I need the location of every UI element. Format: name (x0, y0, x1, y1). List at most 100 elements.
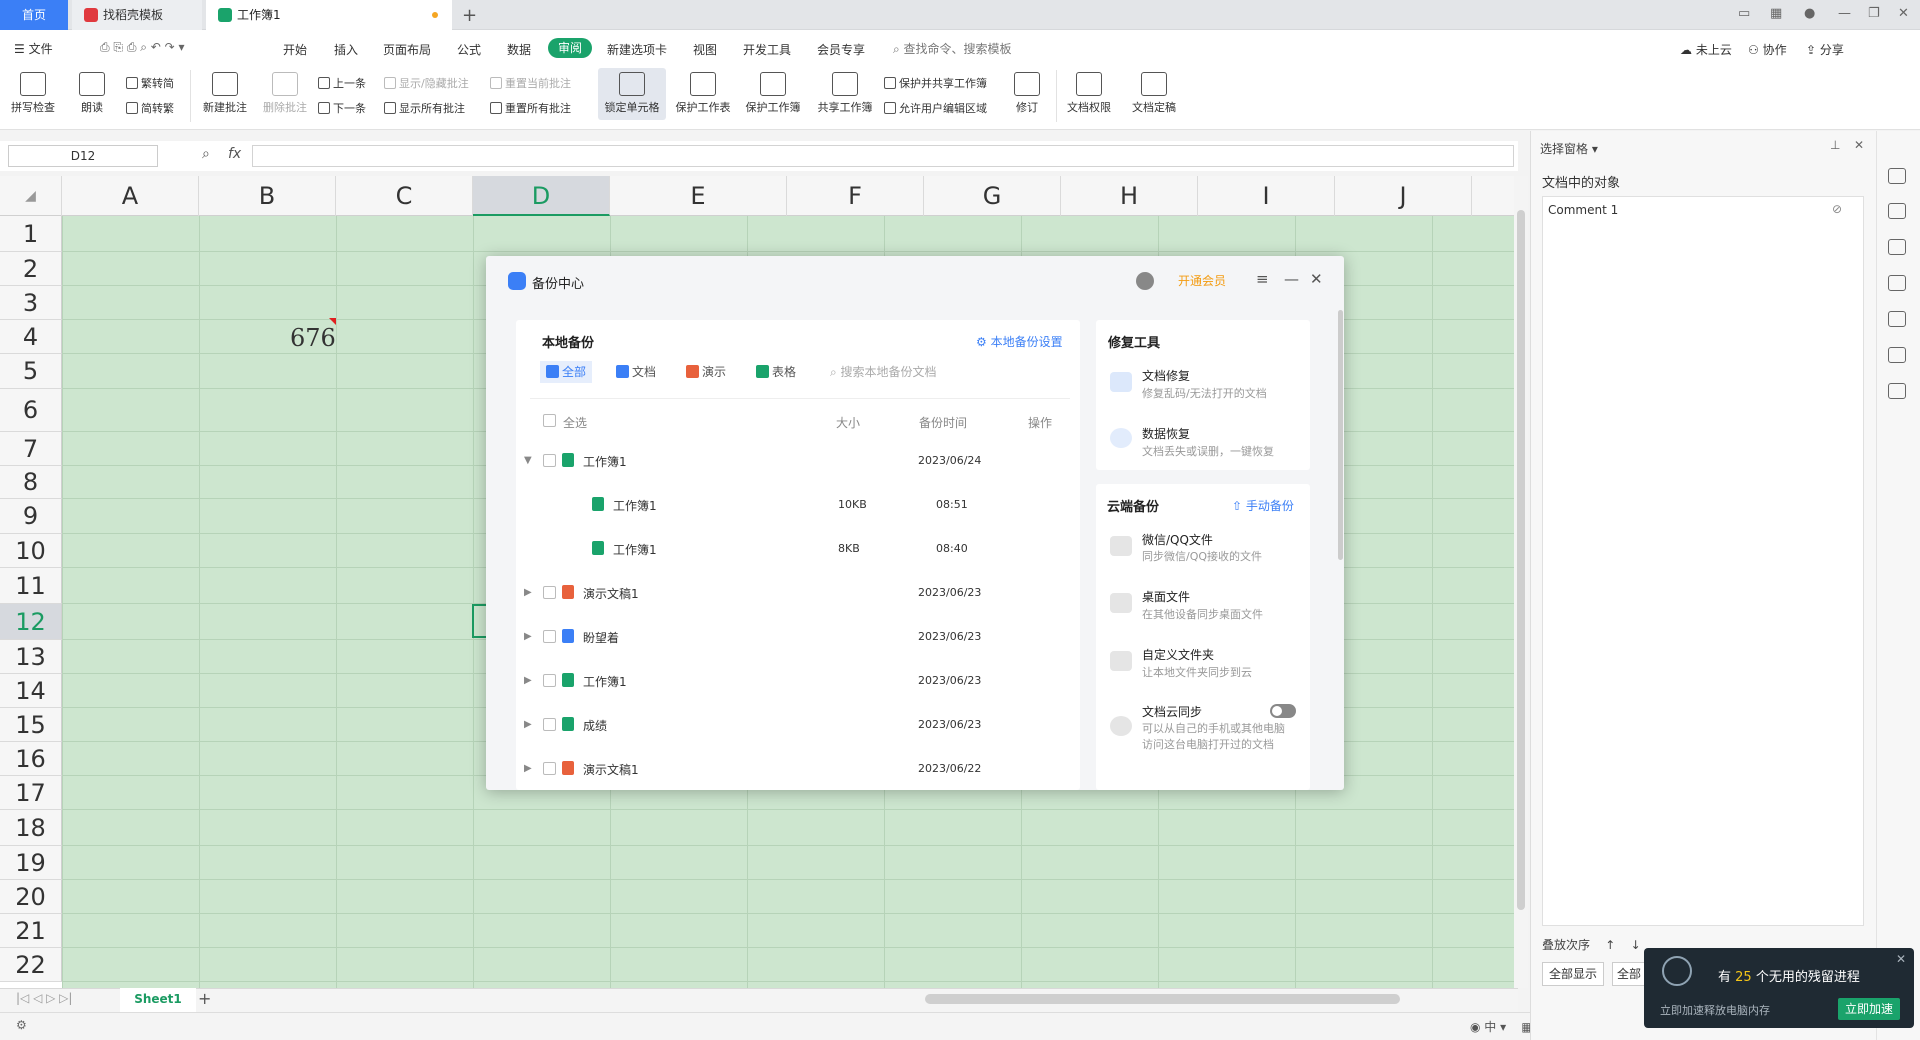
vertical-scroll-thumb[interactable] (1517, 210, 1525, 910)
col-header-i[interactable]: I (1198, 176, 1335, 216)
object-comment-1[interactable]: Comment 1 (1548, 203, 1618, 217)
protect-book-button[interactable]: 保护工作簿 (742, 68, 804, 115)
backup-file-name[interactable]: 工作簿1 (583, 453, 627, 470)
expand-arrow-icon[interactable]: ▶ (524, 719, 532, 730)
next-comment-button[interactable]: 下一条 (318, 100, 366, 116)
prev-comment-button[interactable]: 上一条 (318, 75, 366, 91)
row-header-12[interactable]: 12 (0, 604, 62, 640)
row-header-14[interactable]: 14 (0, 674, 62, 708)
accelerate-button[interactable]: 立即加速 (1838, 998, 1900, 1020)
location-icon[interactable] (1888, 347, 1906, 363)
row-checkbox[interactable] (543, 762, 556, 775)
backup-file-name[interactable]: 工作簿1 (583, 673, 627, 690)
backup-file-name[interactable]: 演示文稿1 (583, 761, 639, 778)
backup-file-name[interactable]: 工作簿1 (613, 497, 657, 514)
menu-newtab[interactable]: 新建选项卡 (607, 41, 667, 58)
fx-icon[interactable]: fx (228, 146, 241, 162)
backup-file-name[interactable]: 成绩 (583, 717, 607, 734)
show-hide-comment-button[interactable]: 显示/隐藏批注 (384, 75, 469, 91)
expand-arrow-icon[interactable]: ▶ (524, 763, 532, 774)
avatar[interactable]: ● (1804, 6, 1815, 21)
row-header-8[interactable]: 8 (0, 466, 62, 499)
quick-access-icons[interactable]: ⎙ ⎘ ⎙ ⌕ ↶ ↷ ▾ (100, 40, 185, 55)
local-backup-settings-link[interactable]: ⚙ 本地备份设置 (976, 333, 1063, 350)
s2t-button[interactable]: 简转繁 (126, 100, 174, 116)
col-header-a[interactable]: A (62, 176, 199, 216)
pane-close-icon[interactable]: ✕ (1854, 138, 1864, 152)
row-checkbox[interactable] (543, 454, 556, 467)
row-checkbox[interactable] (543, 674, 556, 687)
new-comment-button[interactable]: 新建批注 (198, 68, 252, 115)
data-recovery-button[interactable]: 数据恢复 (1142, 425, 1190, 442)
menu-start[interactable]: 开始 (283, 41, 307, 58)
row-checkbox[interactable] (543, 630, 556, 643)
share-button[interactable]: ⇪ 分享 (1806, 41, 1844, 58)
menu-data[interactable]: 数据 (507, 41, 531, 58)
tab-workbook[interactable]: 工作簿1 (206, 0, 452, 30)
tab-template[interactable]: 找稻壳模板 (72, 0, 202, 30)
row-checkbox[interactable] (543, 586, 556, 599)
col-header-g[interactable]: G (924, 176, 1061, 216)
col-header-j[interactable]: J (1335, 176, 1472, 216)
notification-close-icon[interactable]: ✕ (1896, 952, 1906, 966)
formula-input[interactable] (252, 145, 1514, 167)
avatar[interactable] (1136, 272, 1154, 290)
show-all-button[interactable]: 全部显示 (1542, 962, 1604, 986)
name-box[interactable]: D12 (8, 145, 158, 167)
reset-all-button[interactable]: 重置所有批注 (490, 100, 571, 116)
row-header-13[interactable]: 13 (0, 640, 62, 674)
menu-review[interactable]: 审阅 (548, 38, 592, 58)
row-header-9[interactable]: 9 (0, 499, 62, 534)
filter-all[interactable]: 全部 (540, 361, 593, 383)
filter-doc[interactable]: 文档 (610, 361, 662, 383)
settings-icon[interactable] (1888, 239, 1906, 255)
wechat-qq-files[interactable]: 微信/QQ文件 (1142, 531, 1213, 548)
row-header-22[interactable]: 22 (0, 948, 62, 982)
macro-icon[interactable]: ⚙ (16, 1018, 27, 1032)
protect-share-button[interactable]: 保护并共享工作簿 (884, 75, 987, 91)
col-header-e[interactable]: E (610, 176, 787, 216)
col-header-f[interactable]: F (787, 176, 924, 216)
row-header-20[interactable]: 20 (0, 880, 62, 914)
desktop-files[interactable]: 桌面文件 (1142, 588, 1190, 605)
filter-sheet[interactable]: 表格 (750, 361, 802, 383)
expand-arrow-icon[interactable]: ▶ (524, 631, 532, 642)
pin-icon[interactable]: ⊥ (1830, 138, 1840, 152)
doc-repair-button[interactable]: 文档修复 (1142, 367, 1190, 384)
t2s-button[interactable]: 繁转简 (126, 75, 174, 91)
show-all-comments-button[interactable]: 显示所有批注 (384, 100, 465, 116)
add-sheet-button[interactable]: + (198, 989, 211, 1008)
reset-current-button[interactable]: 重置当前批注 (490, 75, 571, 91)
pane-title[interactable]: 选择窗格 ▾ (1540, 140, 1598, 157)
cell-b4-value[interactable]: 676 (290, 324, 336, 352)
crop-icon[interactable] (1888, 275, 1906, 291)
sheet-tab-sheet1[interactable]: Sheet1 (120, 988, 196, 1012)
lock-cell-button[interactable]: 锁定单元格 (598, 68, 666, 120)
row-header-19[interactable]: 19 (0, 846, 62, 880)
row-header-17[interactable]: 17 (0, 776, 62, 810)
zoom-icon[interactable]: ⌕ (202, 146, 210, 162)
minimize-icon[interactable]: — (1838, 6, 1851, 21)
allow-edit-button[interactable]: 允许用户编辑区域 (884, 100, 987, 116)
row-header-16[interactable]: 16 (0, 742, 62, 776)
row-header-1[interactable]: 1 (0, 216, 62, 252)
col-header-d[interactable]: D (473, 176, 610, 216)
delete-comment-button[interactable]: 删除批注 (258, 68, 312, 115)
dialog-scrollbar[interactable] (1338, 310, 1343, 560)
row-header-3[interactable]: 3 (0, 286, 62, 320)
expand-arrow-icon[interactable]: ▶ (524, 675, 532, 686)
rocket-icon[interactable] (1888, 168, 1906, 184)
row-header-5[interactable]: 5 (0, 354, 62, 389)
row-header-15[interactable]: 15 (0, 708, 62, 742)
doc-final-button[interactable]: 文档定稿 (1124, 68, 1184, 115)
vip-link[interactable]: 开通会员 (1178, 272, 1226, 289)
menu-view[interactable]: 视图 (693, 41, 717, 58)
cursor-icon[interactable] (1888, 203, 1906, 219)
custom-folder[interactable]: 自定义文件夹 (1142, 646, 1214, 663)
restore-icon[interactable]: ❐ (1868, 6, 1880, 21)
read-button[interactable]: 朗读 (72, 68, 112, 115)
expand-arrow-icon[interactable]: ▼ (524, 455, 532, 466)
new-tab-button[interactable]: + (462, 5, 477, 26)
command-search[interactable]: ⌕ 查找命令、搜索模板 (893, 40, 1012, 57)
horizontal-scroll-thumb[interactable] (925, 994, 1400, 1004)
